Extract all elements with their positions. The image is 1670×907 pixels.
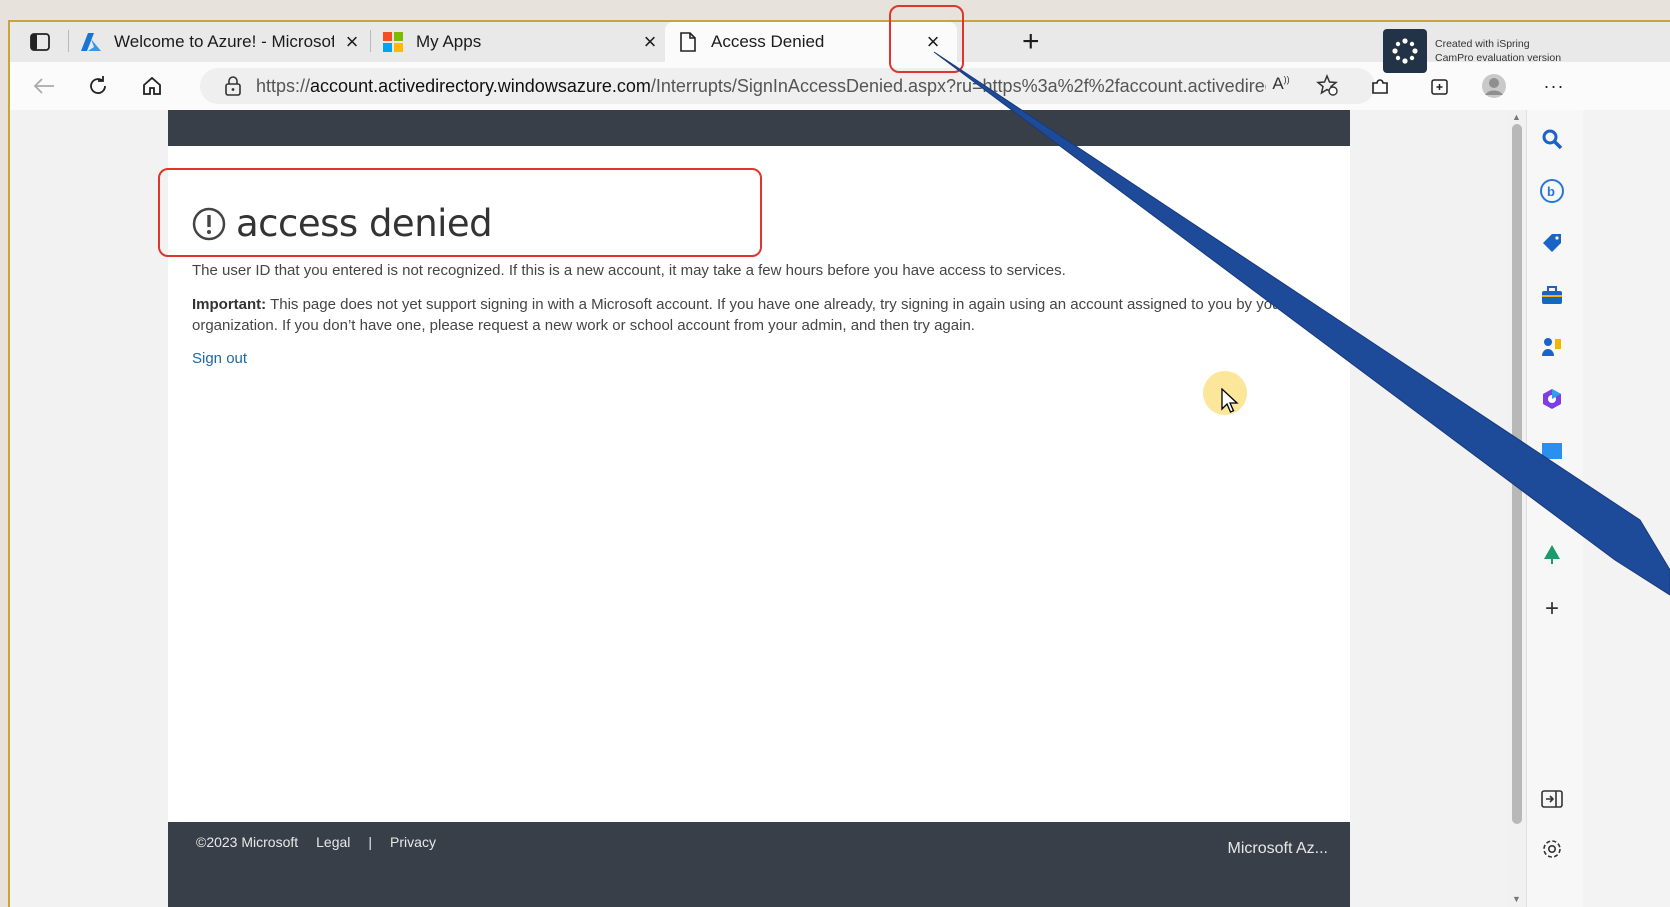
close-tab-icon[interactable]: × bbox=[342, 31, 362, 53]
ispring-watermark: Created with iSpring CamPro evaluation v… bbox=[1383, 27, 1569, 75]
watermark-line-2: CamPro evaluation version bbox=[1435, 52, 1562, 64]
access-denied-highlight bbox=[158, 168, 762, 257]
microsoft-logo-icon bbox=[382, 31, 404, 53]
message-important: Important: This page does not yet suppor… bbox=[192, 294, 1332, 336]
url-scheme: https:// bbox=[256, 76, 311, 96]
ispring-logo-icon bbox=[1383, 29, 1427, 73]
footer-brand: Microsoft Az... bbox=[1227, 840, 1328, 857]
tab-separator bbox=[68, 30, 69, 52]
footer-separator: | bbox=[368, 834, 373, 850]
azure-logo-icon bbox=[80, 31, 102, 53]
lock-icon[interactable] bbox=[224, 76, 242, 101]
watermark-line-1: Created with iSpring bbox=[1435, 38, 1530, 50]
sign-out-link[interactable]: Sign out bbox=[192, 350, 247, 367]
search-icon[interactable] bbox=[1539, 126, 1565, 152]
more-menu-icon[interactable]: ··· bbox=[1540, 72, 1568, 100]
add-icon[interactable]: + bbox=[1539, 595, 1565, 622]
footer-privacy-link[interactable]: Privacy bbox=[390, 834, 436, 850]
new-tab-button[interactable]: + bbox=[1022, 27, 1040, 57]
scroll-thumb[interactable] bbox=[1512, 124, 1522, 824]
refresh-icon[interactable] bbox=[84, 72, 112, 100]
tab-title: My Apps bbox=[416, 32, 482, 51]
tree-icon[interactable] bbox=[1539, 542, 1565, 568]
edge-sidebar: b + bbox=[1526, 110, 1583, 907]
games-icon[interactable] bbox=[1539, 334, 1565, 360]
outlook-icon[interactable] bbox=[1539, 438, 1565, 464]
page-header-bar bbox=[168, 110, 1350, 146]
settings-icon[interactable] bbox=[1539, 836, 1565, 862]
footer-links: ©2023 Microsoft Legal | Privacy bbox=[196, 834, 436, 850]
profile-avatar[interactable] bbox=[1480, 72, 1508, 100]
back-icon[interactable] bbox=[30, 72, 58, 100]
close-tab-highlight bbox=[889, 5, 964, 73]
svg-text:b: b bbox=[1547, 184, 1555, 199]
url-host: account.activedirectory.windowsazure.com bbox=[310, 76, 651, 96]
tab-actions-icon[interactable] bbox=[28, 30, 52, 54]
read-aloud-icon[interactable]: A)) bbox=[1268, 74, 1294, 98]
footer-legal-link[interactable]: Legal bbox=[316, 834, 350, 850]
split-screen-icon[interactable] bbox=[1539, 786, 1565, 812]
home-icon[interactable] bbox=[138, 72, 166, 100]
url-field[interactable]: https://account.activedirectory.windowsa… bbox=[200, 68, 1375, 104]
mouse-cursor-icon bbox=[1221, 388, 1239, 413]
footer-copyright: ©2023 Microsoft bbox=[196, 834, 299, 850]
extensions-icon[interactable] bbox=[1366, 72, 1394, 100]
url-text: https://account.activedirectory.windowsa… bbox=[256, 76, 1266, 97]
scroll-down-icon[interactable]: ▼ bbox=[1512, 894, 1521, 904]
important-label: Important: bbox=[192, 296, 267, 313]
shopping-tag-icon[interactable] bbox=[1539, 230, 1565, 256]
url-path: /Interrupts/SignInAccessDenied.aspx?ru=h… bbox=[650, 76, 1266, 96]
tab-separator bbox=[370, 30, 371, 52]
page-scrollbar[interactable]: ▲ ▼ bbox=[1508, 110, 1526, 907]
tab-welcome-azure[interactable]: Welcome to Azure! - Microsoft A × bbox=[80, 22, 360, 62]
tab-my-apps[interactable]: My Apps × bbox=[382, 22, 660, 62]
bing-icon[interactable]: b bbox=[1539, 178, 1565, 204]
browser-window: Welcome to Azure! - Microsoft A × My App… bbox=[8, 20, 1670, 907]
tab-title: Welcome to Azure! - Microsoft A bbox=[114, 32, 334, 51]
close-tab-icon[interactable]: × bbox=[640, 31, 660, 53]
watermark-text: Created with iSpring CamPro evaluation v… bbox=[1435, 37, 1561, 65]
tools-icon[interactable] bbox=[1539, 282, 1565, 308]
page-icon bbox=[677, 31, 699, 53]
page-footer: ©2023 Microsoft Legal | Privacy Microsof… bbox=[168, 822, 1350, 907]
scroll-up-icon[interactable]: ▲ bbox=[1512, 112, 1521, 122]
office-icon[interactable] bbox=[1539, 386, 1565, 412]
important-text: This page does not yet support signing i… bbox=[192, 296, 1286, 334]
collections-icon[interactable] bbox=[1426, 72, 1454, 100]
message-not-recognized: The user ID that you entered is not reco… bbox=[192, 262, 1066, 279]
tab-title: Access Denied bbox=[711, 32, 825, 51]
add-favorite-icon[interactable] bbox=[1314, 74, 1340, 98]
